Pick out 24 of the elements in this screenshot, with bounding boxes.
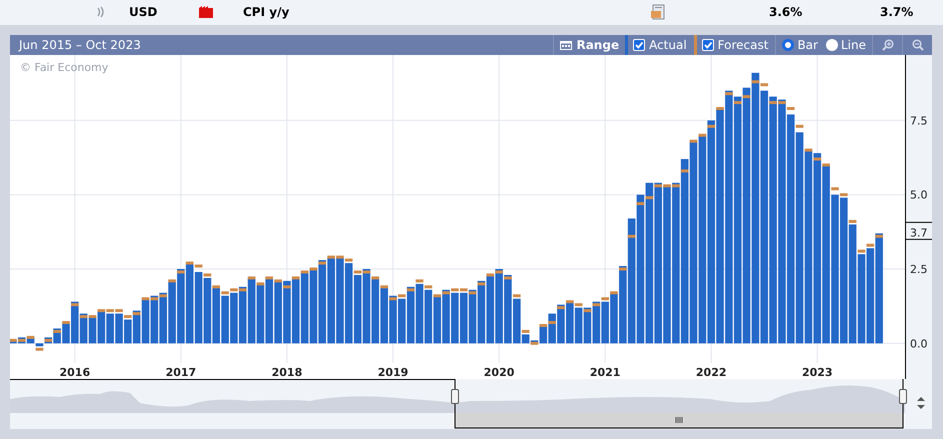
x-axis-label: 2019 <box>378 366 408 379</box>
forecast-value: 3.6% <box>769 5 802 19</box>
y-axis-label: 0.0 <box>910 337 928 350</box>
currency-label: USD <box>129 5 158 19</box>
y-axis-label: 7.5 <box>910 114 928 128</box>
chart-type-option[interactable]: Line <box>826 38 866 52</box>
y-axis-label: 5.0 <box>910 188 928 202</box>
previous-value: 3.7% <box>880 5 914 19</box>
event-name[interactable]: CPI y/y <box>243 5 290 19</box>
copyright-text: © Fair Economy <box>20 61 108 74</box>
x-axis-label: 2021 <box>590 366 620 379</box>
x-axis-label: 2016 <box>60 366 90 379</box>
series-toggle[interactable]: Actual <box>625 35 694 55</box>
chart-type-option[interactable]: Bar <box>782 38 818 52</box>
series-toggle[interactable]: Forecast <box>694 35 776 55</box>
range-button[interactable]: Range <box>553 35 626 55</box>
x-axis-label: 2023 <box>802 366 833 379</box>
date-range-title: Jun 2015 – Oct 2023 <box>17 37 141 54</box>
x-axis-label: 2017 <box>166 366 196 379</box>
x-axis-label: 2020 <box>484 366 514 379</box>
last-value-label: 3.7 <box>910 226 928 240</box>
x-axis-label: 2022 <box>696 366 727 379</box>
y-axis-label: 2.5 <box>910 263 928 276</box>
x-axis-label: 2018 <box>272 366 302 379</box>
